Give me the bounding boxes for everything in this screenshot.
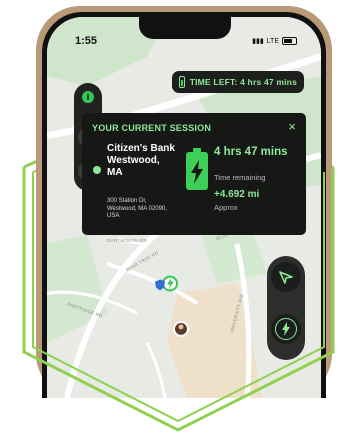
phone-notch (139, 17, 231, 39)
session-card-title: YOUR CURRENT SESSION (92, 123, 212, 133)
current-session-card: YOUR CURRENT SESSION × Citizen's Bank We… (82, 113, 306, 235)
lightning-bolt-icon (282, 322, 290, 336)
network-label: LTE (266, 37, 279, 45)
navigation-arrow-icon (279, 271, 293, 284)
app-screen: DARTMOUTH DR BEAR TREE RD PARTRIDGE RD U… (47, 17, 321, 398)
close-button[interactable]: × (288, 119, 296, 134)
right-control-panel (267, 256, 305, 360)
status-bar-time: 1:55 (75, 35, 98, 47)
status-bar-indicators: ▮▮▮ LTE (252, 37, 297, 45)
charging-station-marker[interactable] (162, 275, 178, 292)
lightning-bolt-icon (191, 160, 203, 184)
location-dot-icon (93, 166, 101, 174)
battery-icon (178, 76, 185, 88)
time-remaining-value: 4 hrs 47 mins (214, 146, 288, 158)
time-left-text: TIME LEFT: 4 hrs 47 mins (189, 77, 297, 87)
phone-bezel: DARTMOUTH DR BEAR TREE RD PARTRIDGE RD U… (42, 12, 326, 398)
charge-button[interactable] (271, 314, 301, 344)
navigate-button[interactable] (271, 262, 301, 292)
distance-label: Approx (214, 203, 238, 212)
street-label-dartmouth: DARTMOUTH DR (107, 238, 147, 243)
info-button[interactable]: i (82, 91, 94, 103)
charging-battery-icon (186, 148, 208, 190)
time-left-badge: TIME LEFT: 4 hrs 47 mins (171, 71, 304, 93)
phone-frame: DARTMOUTH DR BEAR TREE RD PARTRIDGE RD U… (36, 6, 332, 398)
user-location-avatar (173, 321, 189, 337)
location-name: Citizen's Bank Westwood, MA (107, 143, 175, 178)
status-battery-icon (282, 37, 297, 45)
charge-ring (275, 318, 297, 340)
location-address: 300 Station Dr, Westwood, MA 02090, USA (107, 198, 167, 219)
time-remaining-label: Time remaining (214, 173, 266, 182)
distance-value: +4.692 mi (214, 189, 260, 200)
signal-icon: ▮▮▮ (252, 38, 264, 45)
